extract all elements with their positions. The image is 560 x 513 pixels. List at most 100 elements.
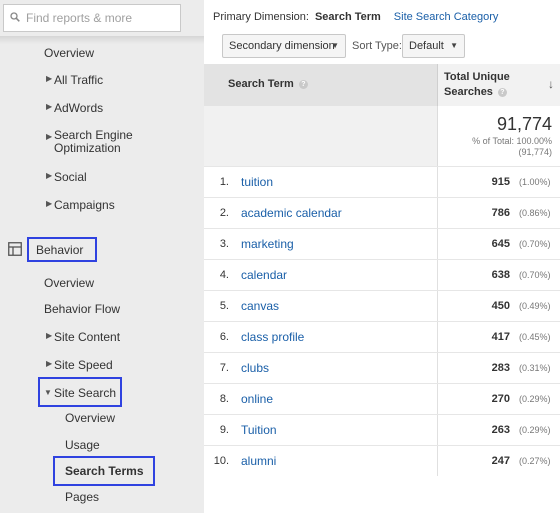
search-term-link[interactable]: alumni (241, 454, 276, 468)
sidebar-item-campaigns[interactable]: ▶ Campaigns (46, 198, 115, 212)
sidebar-item-site-speed[interactable]: ▶ Site Speed (46, 358, 113, 372)
sort-descending-icon[interactable]: ↓ (548, 77, 554, 91)
table-row: 5. canvas 450 (0.49%) (204, 290, 560, 321)
metric-value: 645 (491, 238, 510, 250)
caret-right-icon: ▶ (46, 102, 53, 111)
metric-cell: 645 (0.70%) (437, 229, 560, 259)
row-index: 4. (219, 269, 229, 281)
search-term-link[interactable]: marketing (241, 237, 294, 251)
sidebar-item-behavior-overview[interactable]: Overview (44, 276, 94, 290)
sidebar-item-social[interactable]: ▶ Social (46, 170, 87, 184)
primary-dimension-label: Primary Dimension: (213, 11, 309, 23)
report-search-box[interactable] (3, 4, 181, 32)
sidebar-item-all-traffic[interactable]: ▶ All Traffic (46, 73, 104, 87)
search-term-link[interactable]: academic calendar (241, 206, 342, 220)
sidebar-item-seo[interactable]: ▶ Search Engine Optimization (46, 128, 164, 155)
metric-cell: 638 (0.70%) (437, 260, 560, 290)
metric-value: 786 (491, 207, 510, 219)
report-panel: Primary Dimension: Search Term Site Search… (204, 0, 560, 513)
sidebar-item-label: AdWords (54, 101, 104, 115)
secondary-dimension-label: Secondary dimension (229, 40, 335, 52)
table-row: 2. academic calendar 786 (0.86%) (204, 197, 560, 228)
caret-right-icon: ▶ (46, 199, 53, 208)
sort-type-label: Sort Type: (352, 40, 402, 52)
dropdown-arrow-icon: ▼ (450, 41, 458, 50)
sidebar-item-label: Search Engine Optimization (54, 128, 133, 155)
metric-cell: 283 (0.31%) (437, 353, 560, 383)
metric-value: 450 (491, 300, 510, 312)
primary-dimension-alt-link[interactable]: Site Search Category (394, 11, 499, 23)
metric-percent: (1.00%) (519, 177, 551, 187)
metric-value: 638 (491, 269, 510, 281)
sidebar-item-site-search[interactable]: ▼ Site Search (44, 386, 117, 400)
total-value: 91,774 (496, 114, 552, 134)
sort-type-value: Default (409, 40, 444, 52)
dropdown-arrow-icon: ▼ (331, 41, 339, 50)
metric-value: 263 (491, 424, 510, 436)
primary-dimension-bar: Primary Dimension: Search Term Site Search… (213, 11, 498, 23)
sidebar-item-behavior-flow[interactable]: Behavior Flow (44, 302, 120, 316)
sort-type-dropdown[interactable]: Default ▼ (402, 34, 465, 58)
report-search-input[interactable] (26, 9, 176, 27)
sidebar-item-usage[interactable]: Usage (65, 438, 100, 452)
metric-value: 270 (491, 393, 510, 405)
sidebar-item-acquisition-overview[interactable]: Overview (44, 46, 94, 60)
row-index: 6. (219, 331, 229, 343)
help-icon[interactable]: ? (497, 88, 507, 97)
total-cell: 91,774 % of Total: 100.00% (91,774) (437, 106, 560, 166)
column-header-label-line1: Total Unique (444, 71, 510, 83)
search-term-link[interactable]: clubs (241, 361, 269, 375)
sidebar-item-search-terms[interactable]: Search Terms (65, 464, 144, 478)
metric-percent: (0.70%) (519, 239, 551, 249)
search-term-link[interactable]: tuition (241, 175, 273, 189)
table-header: Search Term? Total Unique Searches? ↓ (204, 64, 560, 106)
caret-right-icon: ▶ (46, 331, 53, 340)
column-header-search-term[interactable]: Search Term? (228, 78, 308, 90)
table-row: 1. tuition 915 (1.00%) (204, 166, 560, 197)
column-header-total-unique-searches[interactable]: Total Unique Searches? ↓ (437, 64, 560, 106)
total-percent-line1: % of Total: 100.00% (472, 136, 552, 146)
sidebar-item-behavior[interactable]: Behavior (36, 243, 83, 257)
caret-right-icon: ▶ (46, 132, 53, 141)
search-term-link[interactable]: online (241, 392, 273, 406)
table-row: 8. online 270 (0.29%) (204, 383, 560, 414)
column-header-label: Search Term (228, 78, 294, 90)
primary-dimension-active: Search Term (314, 11, 381, 23)
metric-percent: (0.27%) (519, 456, 551, 466)
sidebar-item-site-content[interactable]: ▶ Site Content (46, 330, 120, 344)
secondary-dimension-dropdown[interactable]: Secondary dimension ▼ (222, 34, 346, 58)
metric-cell: 417 (0.45%) (437, 322, 560, 352)
search-divider-shadow (0, 36, 204, 44)
sidebar-item-label: All Traffic (54, 73, 104, 87)
search-term-link[interactable]: class profile (241, 330, 304, 344)
sidebar-item-site-search-overview[interactable]: Overview (65, 411, 115, 425)
metric-cell: 247 (0.27%) (437, 446, 560, 476)
sidebar-item-label: Site Search (54, 386, 117, 400)
row-index: 1. (219, 176, 229, 188)
search-term-link[interactable]: canvas (241, 299, 279, 313)
table-row: 4. calendar 638 (0.70%) (204, 259, 560, 290)
behavior-section-icon (8, 242, 22, 256)
metric-percent: (0.49%) (519, 301, 551, 311)
total-percent: % of Total: 100.00% (91,774) (472, 136, 552, 158)
metric-percent: (0.45%) (519, 332, 551, 342)
metric-value: 283 (491, 362, 510, 374)
metric-cell: 270 (0.29%) (437, 384, 560, 414)
search-term-link[interactable]: Tuition (241, 423, 277, 437)
caret-right-icon: ▶ (46, 171, 53, 180)
totals-row: 91,774 % of Total: 100.00% (91,774) (204, 106, 560, 166)
search-term-link[interactable]: calendar (241, 268, 287, 282)
caret-down-icon: ▼ (44, 388, 52, 397)
column-header-label: Total Unique Searches? (444, 70, 510, 100)
sidebar-item-pages[interactable]: Pages (65, 490, 99, 504)
metric-value: 915 (491, 176, 510, 188)
metric-percent: (0.86%) (519, 208, 551, 218)
table-row: 10. alumni 247 (0.27%) (204, 445, 560, 476)
metric-percent: (0.29%) (519, 425, 551, 435)
sidebar-item-adwords[interactable]: ▶ AdWords (46, 101, 104, 115)
help-icon[interactable]: ? (298, 80, 308, 89)
search-icon (10, 12, 20, 22)
metric-percent: (0.70%) (519, 270, 551, 280)
table-row: 6. class profile 417 (0.45%) (204, 321, 560, 352)
sidebar: Overview ▶ All Traffic ▶ AdWords ▶ Searc… (0, 0, 204, 513)
